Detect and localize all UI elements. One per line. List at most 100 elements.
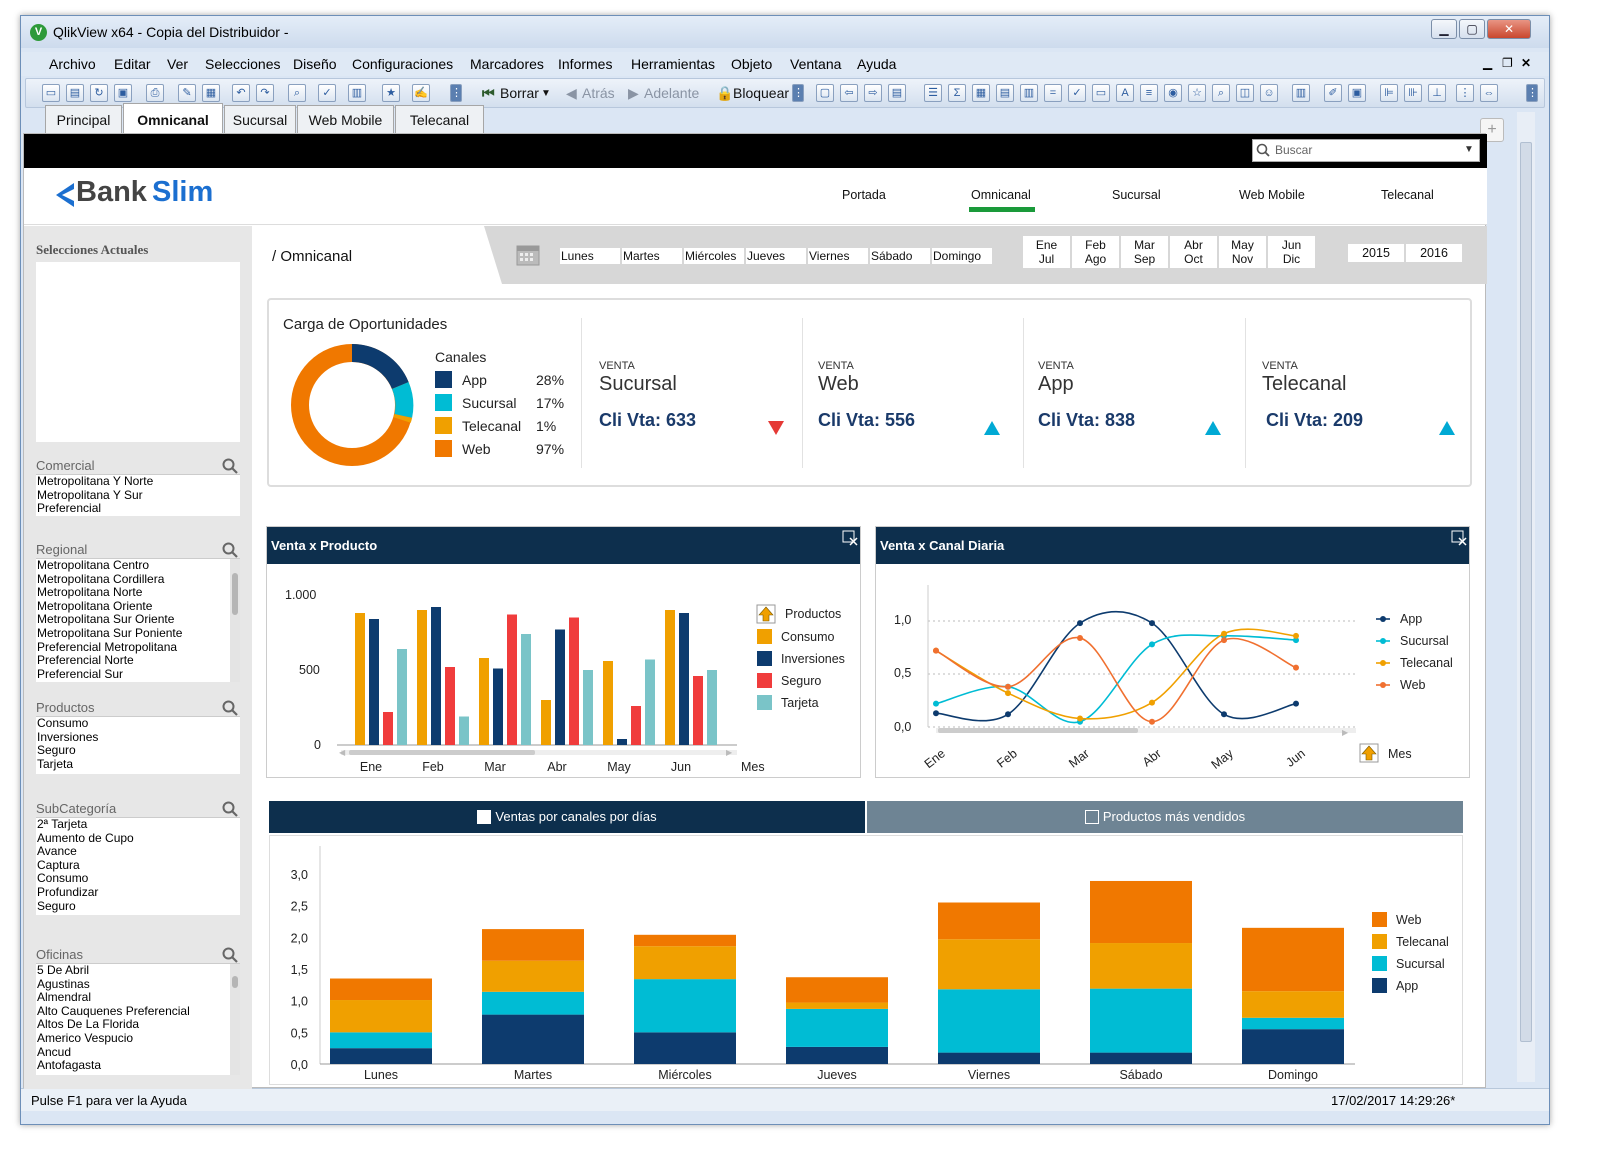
menu-ver[interactable]: Ver (167, 56, 188, 72)
line-arrow-icon[interactable]: ≡ (1140, 84, 1158, 102)
listbox-scrollbar[interactable] (230, 964, 240, 1075)
new-sheet-icon[interactable]: ▢ (816, 84, 834, 102)
menu-diseno[interactable]: Diseño (293, 56, 337, 72)
list-item[interactable]: Metropolitana Norte (37, 586, 240, 600)
list-item[interactable]: Americo Vespucio (37, 1031, 240, 1046)
design-grid-icon[interactable]: ✐ (1324, 84, 1342, 102)
nav-omnicanal[interactable]: Omnicanal (971, 188, 1031, 202)
list-item[interactable]: Consumo (37, 872, 240, 886)
multibox-icon[interactable]: ▤ (996, 84, 1014, 102)
legend-web[interactable]: Web 97% (435, 440, 575, 463)
bimester-feb-ago[interactable]: Feb Ago (1072, 236, 1119, 268)
chart-scroll-thumb[interactable] (938, 728, 1138, 733)
chart-tool-icon[interactable]: ▥ (348, 84, 366, 102)
tab-telecanal[interactable]: Telecanal (395, 105, 484, 134)
open-icon[interactable]: ▤ (66, 84, 84, 102)
search-icon[interactable] (222, 458, 238, 474)
list-item[interactable]: Seguro (37, 899, 240, 914)
new-icon[interactable]: ▭ (42, 84, 60, 102)
list-item[interactable]: 5 De Abril (37, 964, 240, 978)
list-item[interactable]: Avance (37, 845, 240, 859)
sheet-properties-icon[interactable]: ▤ (888, 84, 906, 102)
weekday-domingo[interactable]: Domingo (932, 248, 992, 264)
menu-marcadores[interactable]: Marcadores (470, 56, 544, 72)
list-item[interactable]: Tarjeta (37, 757, 240, 772)
sort-arrow-icon[interactable] (1359, 743, 1379, 763)
weekday-miercoles[interactable]: Miércoles (684, 248, 744, 264)
properties-icon[interactable]: ▦ (202, 84, 220, 102)
doc-close-icon[interactable]: ✕ (1521, 56, 1531, 70)
bimester-abr-oct[interactable]: Abr Oct (1170, 236, 1217, 268)
statistics-icon[interactable]: Σ (948, 84, 966, 102)
move-right-icon[interactable]: ⇨ (864, 84, 882, 102)
borrar-button[interactable]: Borrar (500, 85, 539, 101)
report-icon[interactable]: ✍ (412, 84, 430, 102)
menu-ventana[interactable]: Ventana (790, 56, 841, 72)
nav-sucursal[interactable]: Sucursal (1112, 188, 1161, 202)
align-center-icon[interactable]: ⊪ (1404, 84, 1422, 102)
bloquear-button[interactable]: Bloquear (733, 85, 789, 101)
search-icon[interactable] (222, 947, 238, 963)
text-object-icon[interactable]: A (1116, 84, 1134, 102)
doc-minimize-icon[interactable]: ▁ (1483, 56, 1492, 70)
current-selections-box[interactable] (36, 262, 240, 442)
list-item[interactable]: Aumento de Cupo (37, 831, 240, 846)
listbox-comercial[interactable]: Metropolitana Y Norte Metropolitana Y Su… (36, 474, 240, 516)
list-item[interactable]: Alto Cauquenes Preferencial (37, 1004, 240, 1019)
custom-object-icon[interactable]: ☺ (1260, 84, 1278, 102)
list-item[interactable]: Inversiones (37, 730, 240, 745)
weekday-martes[interactable]: Martes (622, 248, 682, 264)
edit-script-icon[interactable]: ✎ (178, 84, 196, 102)
menu-archivo[interactable]: Archivo (49, 56, 96, 72)
toolbar-overflow-icon-2[interactable]: ⋮ (792, 84, 804, 102)
minimize-button[interactable]: ▁ (1431, 19, 1457, 39)
listbox-scrollbar[interactable] (230, 559, 240, 682)
search-icon[interactable] (222, 700, 238, 716)
bimester-mar-sep[interactable]: Mar Sep (1121, 236, 1168, 268)
adelante-button[interactable]: Adelante (644, 85, 699, 101)
tab-principal[interactable]: Principal (45, 105, 122, 134)
list-item[interactable]: Ancud (37, 1045, 240, 1060)
menu-herramientas[interactable]: Herramientas (631, 56, 715, 72)
weekday-jueves[interactable]: Jueves (746, 248, 806, 264)
year-2015[interactable]: 2015 (1348, 244, 1404, 262)
close-button[interactable]: ✕ (1487, 19, 1531, 39)
menu-selecciones[interactable]: Selecciones (205, 56, 281, 72)
maximize-button[interactable]: ▢ (1459, 19, 1485, 39)
menu-configuraciones[interactable]: Configuraciones (352, 56, 453, 72)
legend-telecanal[interactable]: Telecanal 1% (435, 417, 575, 440)
tab-sucursal[interactable]: Sucursal (224, 105, 296, 134)
chart-icon[interactable]: ▥ (1020, 84, 1038, 102)
borrar-dropdown-icon[interactable]: ▼ (541, 88, 551, 99)
list-item[interactable]: Metropolitana Oriente (37, 599, 240, 614)
weekday-lunes[interactable]: Lunes (560, 248, 620, 264)
align-left-icon[interactable]: ⊫ (1380, 84, 1398, 102)
search-icon[interactable] (222, 542, 238, 558)
chart-scroll-thumb[interactable] (349, 750, 535, 755)
listbox-oficinas[interactable]: 5 De Abril Agustinas Almendral Alto Cauq… (36, 963, 240, 1075)
menu-ayuda[interactable]: Ayuda (857, 56, 896, 72)
tab-web-mobile[interactable]: Web Mobile (297, 105, 394, 134)
weekday-sabado[interactable]: Sábado (870, 248, 930, 264)
bookmark-object-icon[interactable]: ☆ (1188, 84, 1206, 102)
current-selections-icon[interactable]: ✓ (1068, 84, 1086, 102)
bimester-ene-jul[interactable]: Ene Jul (1023, 236, 1070, 268)
list-item[interactable]: Metropolitana Y Sur (37, 488, 240, 503)
doc-restore-icon[interactable]: ❐ (1502, 56, 1513, 70)
nav-web-mobile[interactable]: Web Mobile (1239, 188, 1305, 202)
copy-format-icon[interactable]: ▣ (1348, 84, 1366, 102)
search-tool-icon[interactable]: ⌕ (288, 84, 306, 102)
tab-omnicanal[interactable]: Omnicanal (123, 103, 223, 134)
list-item[interactable]: Consumo (37, 717, 240, 731)
container-icon[interactable]: ◫ (1236, 84, 1254, 102)
list-item[interactable]: Metropolitana Sur Oriente (37, 613, 240, 627)
table-box-icon[interactable]: ▦ (972, 84, 990, 102)
menu-editar[interactable]: Editar (114, 56, 151, 72)
vertical-scrollbar[interactable] (1517, 112, 1535, 1082)
checkbox-icon[interactable]: ✓ (318, 84, 336, 102)
nav-telecanal[interactable]: Telecanal (1381, 188, 1434, 202)
listbox-productos[interactable]: Consumo Inversiones Seguro Tarjeta (36, 716, 240, 774)
list-item[interactable]: Altos De La Florida (37, 1018, 240, 1032)
move-left-icon[interactable]: ⇦ (840, 84, 858, 102)
list-item[interactable]: Profundizar (37, 885, 240, 900)
